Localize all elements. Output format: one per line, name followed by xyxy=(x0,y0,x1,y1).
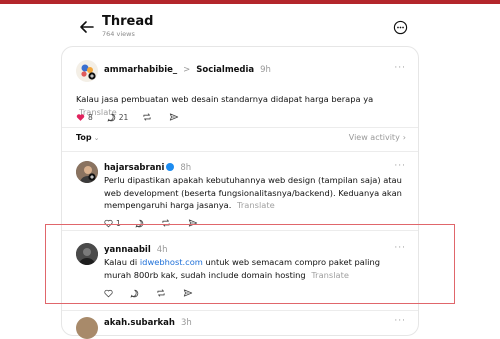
verified-badge-icon xyxy=(166,163,175,171)
reply-author[interactable]: hajarsabrani 8h xyxy=(104,163,191,173)
heart-filled-icon xyxy=(76,113,85,121)
author-username[interactable]: akah.subarkah xyxy=(104,318,175,328)
like-count: 8 xyxy=(88,112,93,122)
send-icon xyxy=(170,113,179,121)
sort-row: Top ⌄ View activity › xyxy=(76,133,406,145)
reply-count: 21 xyxy=(118,112,129,122)
post-time: 9h xyxy=(260,65,271,75)
top-accent-bar xyxy=(0,0,500,4)
post-actions: 8 21 xyxy=(76,111,196,123)
author-username[interactable]: hajarsabrani xyxy=(104,163,164,173)
back-arrow-icon[interactable] xyxy=(77,17,97,37)
community-name[interactable]: Socialmedia xyxy=(196,65,254,75)
avatar[interactable] xyxy=(76,60,98,82)
post-more-icon[interactable]: ··· xyxy=(394,316,406,326)
main-post: ammarhabibie_ > Socialmedia 9h ··· Kalau… xyxy=(62,57,420,127)
divider xyxy=(62,310,418,311)
divider xyxy=(62,127,418,128)
view-activity-link[interactable]: View activity › xyxy=(349,133,406,142)
page-title: Thread xyxy=(102,14,154,29)
reply-post: hajarsabrani 8h ··· Perlu dipastikan apa… xyxy=(62,159,420,229)
post-author[interactable]: ammarhabibie_ > Socialmedia 9h xyxy=(104,65,271,75)
chevron-right-icon: › xyxy=(402,133,406,142)
avatar-illustration-icon xyxy=(76,60,98,82)
author-username[interactable]: ammarhabibie_ xyxy=(104,65,177,75)
views-count: 764 views xyxy=(102,30,135,38)
share-button[interactable] xyxy=(169,112,182,122)
translate-link[interactable]: Translate xyxy=(237,200,275,210)
thread-header: Thread 764 views xyxy=(0,8,500,44)
more-options-icon[interactable] xyxy=(393,20,408,35)
reply-button[interactable]: 21 xyxy=(107,112,129,122)
sort-dropdown[interactable]: Top ⌄ xyxy=(76,133,100,142)
breadcrumb-separator: > xyxy=(183,65,191,75)
repost-icon xyxy=(143,113,151,121)
view-activity-label: View activity xyxy=(348,133,400,142)
reply-text: Perlu dipastikan apakah kebutuhannya web… xyxy=(104,174,404,212)
chevron-down-icon: ⌄ xyxy=(93,134,100,142)
post-time: 8h xyxy=(180,163,192,173)
sort-label: Top xyxy=(76,133,92,142)
post-more-icon[interactable]: ··· xyxy=(394,161,406,171)
reply-author[interactable]: akah.subarkah 3h xyxy=(104,318,192,328)
repost-button[interactable] xyxy=(142,112,155,122)
reply-post: akah.subarkah 3h ··· xyxy=(62,315,420,339)
divider xyxy=(62,151,418,152)
like-button[interactable]: 8 xyxy=(76,113,93,122)
post-text-content: Kalau jasa pembuatan web desain standarn… xyxy=(76,94,374,104)
avatar[interactable] xyxy=(76,161,98,183)
post-time: 3h xyxy=(180,318,192,328)
avatar[interactable] xyxy=(76,317,98,339)
post-more-icon[interactable]: ··· xyxy=(394,63,406,73)
avatar-photo-icon xyxy=(76,161,98,183)
comment-icon xyxy=(107,113,115,121)
highlight-box xyxy=(45,224,455,304)
